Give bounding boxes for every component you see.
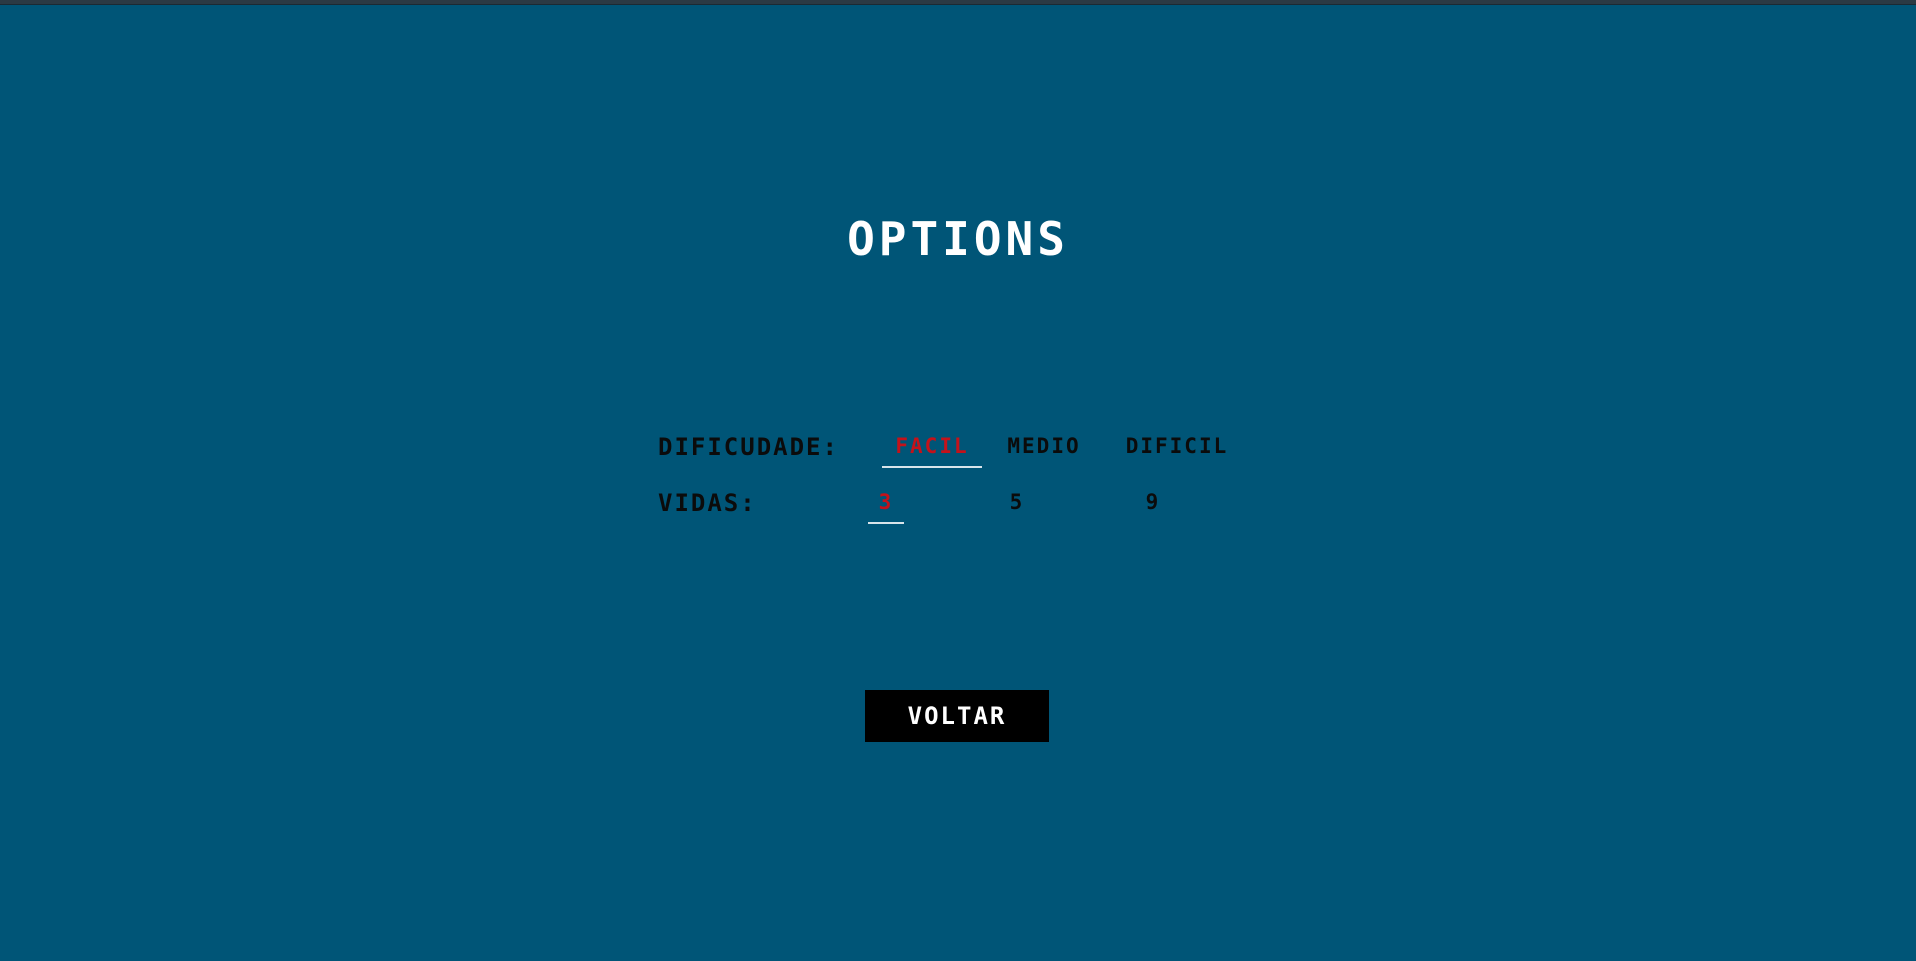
lives-row: VIDAS: 3 5 9	[658, 482, 1278, 526]
lives-option-5[interactable]: 5	[1002, 482, 1032, 522]
lives-label: VIDAS:	[658, 489, 757, 517]
difficulty-row: DIFICUDADE: FACIL MEDIO DIFICIL	[658, 426, 1278, 470]
page-title: OPTIONS	[847, 212, 1069, 266]
difficulty-option-facil[interactable]: FACIL	[882, 426, 982, 468]
difficulty-option-medio[interactable]: MEDIO	[998, 426, 1090, 466]
difficulty-option-dificil[interactable]: DIFICIL	[1118, 426, 1236, 466]
difficulty-label: DIFICUDADE:	[658, 433, 839, 461]
window-top-bar	[0, 0, 1916, 5]
lives-option-9[interactable]: 9	[1138, 482, 1168, 522]
lives-option-3[interactable]: 3	[868, 482, 904, 524]
back-button[interactable]: VOLTAR	[865, 690, 1049, 742]
